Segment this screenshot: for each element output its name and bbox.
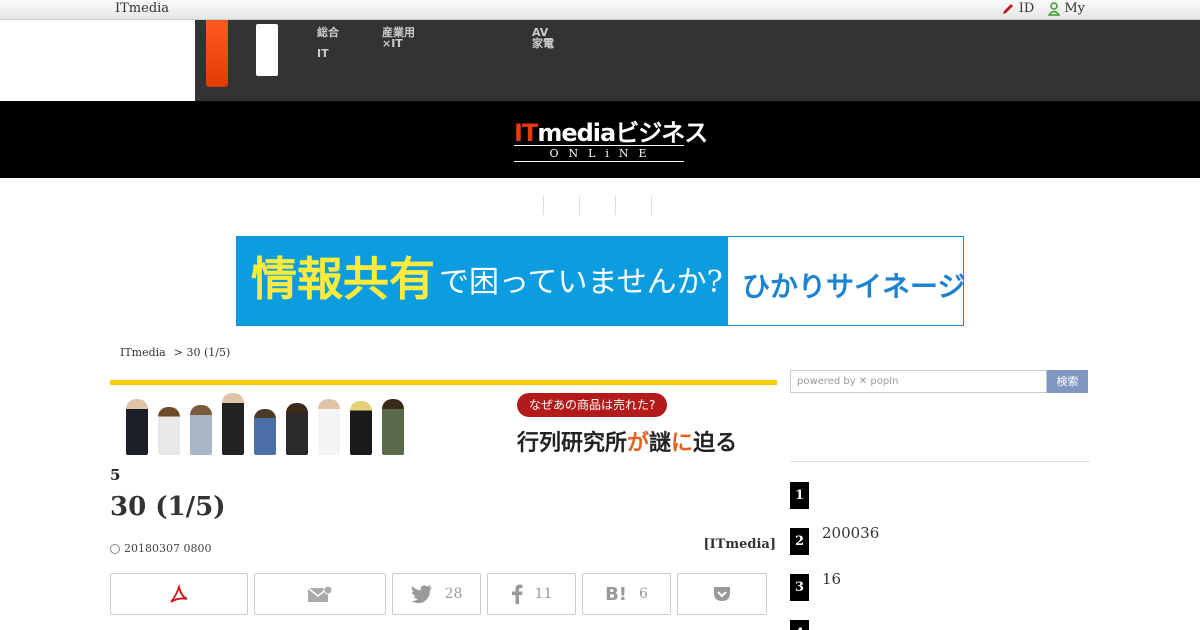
pencil-icon [1002,3,1013,14]
mail-icon [307,585,333,602]
nav-item-av-line2: 家電 [532,37,554,50]
twitter-count: 28 [444,586,463,602]
breadcrumb: ITmedia > 30 (1/5) [120,346,230,359]
subnav-divider [615,196,616,215]
banner-ad[interactable]: 情報共有 で困っていませんか? ひかりサイネージ [236,236,966,326]
ranking-number-4: 4 [790,620,809,630]
hatena-count: 6 [639,586,648,602]
ad-title-part-b: が [627,431,650,456]
ranking-number-1: 1 [790,482,809,509]
inline-ad[interactable]: なぜあの商品は売れた? 行列研究所が謎に迫る [110,387,777,457]
global-nav: 総合 IT 産業用 ×IT AV 家電 [0,20,1200,101]
ad-title-part-d: に [671,431,694,456]
nav-item-industry-line2: ×IT [382,37,403,50]
twitter-share-button[interactable]: 28 [392,573,481,615]
top-bar-links: ID My [1001,1,1085,16]
subnav-divider [651,196,652,215]
pocket-button[interactable] [677,573,767,615]
article-kicker: 5 [110,466,121,484]
ad-title-part-e: 迫る [693,431,738,456]
id-label: ID [1018,1,1035,16]
banner-left-panel: 情報共有 で困っていませんか? [237,237,728,325]
ranking-number-2: 2 [790,528,809,555]
breadcrumb-home[interactable]: ITmedia [120,346,166,359]
ad-title-part-c: 謎 [649,431,672,456]
logo-main: mediaビジネス [537,119,708,147]
top-bar: ITmedia ID My [0,0,1200,20]
itmedia-home-link[interactable]: ITmedia [115,1,169,16]
facebook-share-button[interactable]: 11 [487,573,576,615]
nav-item-general-line1: 総合 [317,26,339,39]
pocket-icon [714,587,730,601]
search-button[interactable]: 検索 [1047,370,1088,393]
hatena-icon: B! [605,583,627,605]
clock-icon [110,543,120,554]
site-logo[interactable]: ITmediaビジネス ONLiNE [514,113,708,163]
hatena-bookmark-button[interactable]: B! 6 [582,573,671,615]
email-share-button[interactable] [254,573,386,615]
facebook-count: 11 [534,586,553,602]
article-headline: 30 (1/5) [110,492,226,522]
ad-title: 行列研究所が謎に迫る [517,425,737,457]
my-link[interactable]: My [1048,1,1085,16]
nav-item-general[interactable]: 総合 IT [317,27,339,59]
twitter-icon [410,585,432,603]
search-placeholder: powered by ✕ popIn [797,376,899,387]
my-label: My [1064,1,1085,16]
user-icon [1048,1,1061,16]
ad-question-pill: なぜあの商品は売れた? [517,393,668,417]
id-link[interactable]: ID [1001,1,1035,16]
banner-headline: 情報共有 [251,252,435,306]
sidebar-divider [790,461,1090,462]
nav-item-general-line2: IT [317,47,329,60]
site-header: ITmediaビジネス ONLiNE [0,101,1200,178]
article-top-rule [110,380,777,385]
ad-people-illustration [120,387,460,455]
ranking-item-2[interactable]: 200036 [822,524,879,542]
facebook-icon [511,584,523,604]
nav-item-av[interactable]: AV 家電 [532,27,554,49]
ranking-number-3: 3 [790,574,809,601]
subnav-divider [579,196,580,215]
pdf-icon [170,584,188,603]
banner-tagline: で困っていませんか? [439,265,723,300]
nav-logo-area [0,20,195,101]
logo-subtitle: ONLiNE [514,145,684,162]
pdf-button[interactable] [110,573,248,615]
nav-tab[interactable] [256,24,278,76]
logo-prefix: IT [514,119,538,147]
logo-title: ITmediaビジネス [514,113,708,148]
article-date: 20180307 0800 [110,542,211,555]
banner-brand: ひかりサイネージ [742,270,966,303]
nav-active-tab[interactable] [206,20,228,87]
ranking-item-3[interactable]: 16 [822,570,841,588]
article-date-text: 20180307 0800 [124,542,212,555]
search-input[interactable]: powered by ✕ popIn [790,370,1047,393]
article-source: [ITmedia] [703,537,776,552]
ad-title-part-a: 行列研究所 [517,431,628,456]
breadcrumb-current: > 30 (1/5) [173,346,231,359]
subnav-divider [543,196,544,215]
nav-item-industry[interactable]: 産業用 ×IT [382,27,415,49]
